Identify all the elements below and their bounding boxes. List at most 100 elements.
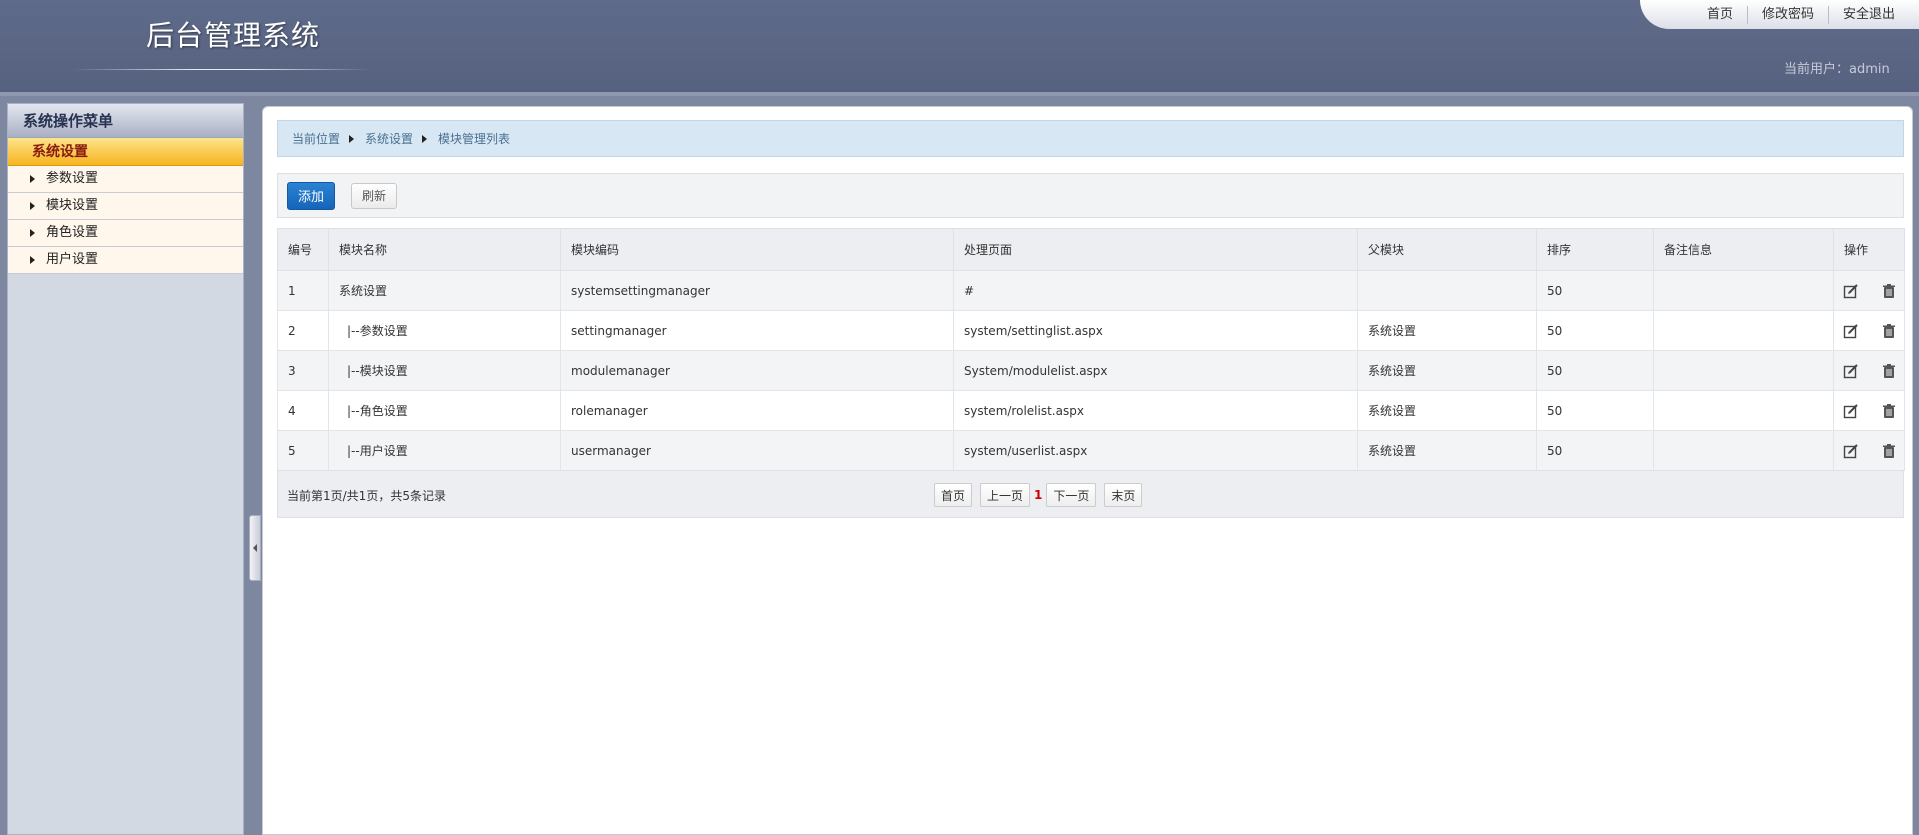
cell-order: 50 [1536, 390, 1654, 431]
edit-icon[interactable] [1843, 443, 1859, 459]
cell-code: settingmanager [560, 310, 954, 351]
cell-code: systemsettingmanager [560, 270, 954, 311]
column-header-id: 编号 [277, 228, 329, 271]
edit-icon[interactable] [1843, 283, 1859, 299]
header-divider [0, 92, 1919, 96]
column-header-order: 排序 [1536, 228, 1654, 271]
main-panel: 当前位置 系统设置 模块管理列表 添加 刷新 编号 模块名称 模块编码 处理页面… [262, 106, 1913, 835]
breadcrumb-module-list: 模块管理列表 [438, 132, 511, 146]
sidebar-collapse-handle[interactable] [249, 515, 261, 581]
cell-note [1653, 430, 1834, 471]
edit-icon[interactable] [1843, 363, 1859, 379]
cell-actions [1833, 270, 1905, 311]
app-header: 后台管理系统 首页 修改密码 安全退出 当前用户：admin [0, 0, 1919, 95]
module-table: 编号 模块名称 模块编码 处理页面 父模块 排序 备注信息 操作 1 系统设置 … [277, 228, 1905, 471]
pagination: 首页 上一页 1 下一页 末页 [934, 483, 1150, 507]
refresh-button[interactable]: 刷新 [351, 182, 397, 209]
column-header-actions: 操作 [1833, 228, 1905, 271]
column-header-parent: 父模块 [1357, 228, 1537, 271]
caret-right-icon [422, 134, 428, 143]
trash-icon[interactable] [1881, 283, 1897, 299]
cell-page: system/settinglist.aspx [953, 310, 1358, 351]
app-title: 后台管理系统 [146, 19, 321, 52]
chevron-left-icon [253, 544, 257, 552]
sidebar: 系统操作菜单 系统设置 参数设置 模块设置 角色设置 用户设置 [7, 103, 244, 835]
column-header-name: 模块名称 [328, 228, 561, 271]
cell-name: |--角色设置 [328, 390, 561, 431]
trash-icon[interactable] [1881, 363, 1897, 379]
cell-name: 系统设置 [328, 270, 561, 311]
cell-actions [1833, 350, 1905, 391]
table-row: 2 |--参数设置 settingmanager system/settingl… [277, 310, 1905, 351]
sidebar-item-parameter-settings[interactable]: 参数设置 [8, 166, 243, 193]
triangle-right-icon [30, 256, 35, 264]
cell-parent: 系统设置 [1357, 430, 1537, 471]
first-page-button[interactable]: 首页 [934, 483, 973, 507]
cell-note [1653, 270, 1834, 311]
cell-code: rolemanager [560, 390, 954, 431]
cell-id: 3 [277, 350, 329, 391]
sidebar-item-user-settings[interactable]: 用户设置 [8, 247, 243, 274]
sidebar-item-module-settings[interactable]: 模块设置 [8, 193, 243, 220]
title-underline [72, 69, 372, 70]
edit-icon[interactable] [1843, 323, 1859, 339]
sidebar-item-label: 模块设置 [46, 198, 99, 213]
cell-id: 4 [277, 390, 329, 431]
cell-page: # [953, 270, 1358, 311]
current-user-name: admin [1849, 62, 1890, 77]
trash-icon[interactable] [1881, 443, 1897, 459]
cell-parent: 系统设置 [1357, 390, 1537, 431]
breadcrumb: 当前位置 系统设置 模块管理列表 [277, 120, 1904, 157]
cell-note [1653, 310, 1834, 351]
trash-icon[interactable] [1881, 323, 1897, 339]
cell-actions [1833, 390, 1905, 431]
column-header-note: 备注信息 [1653, 228, 1834, 271]
cell-id: 1 [277, 270, 329, 311]
module-table-wrap: 编号 模块名称 模块编码 处理页面 父模块 排序 备注信息 操作 1 系统设置 … [277, 228, 1905, 471]
pager-bar: 当前第1页/共1页，共5条记录 首页 上一页 1 下一页 末页 [277, 470, 1904, 518]
cell-parent [1357, 270, 1537, 311]
sidebar-title: 系统操作菜单 [8, 104, 243, 138]
table-row: 4 |--角色设置 rolemanager system/rolelist.as… [277, 390, 1905, 431]
top-links: 首页 修改密码 安全退出 [1640, 0, 1919, 29]
cell-code: modulemanager [560, 350, 954, 391]
current-page-number: 1 [1034, 488, 1043, 502]
tree-name-label: |--角色设置 [347, 404, 408, 418]
cell-actions [1833, 310, 1905, 351]
change-password-link[interactable]: 修改密码 [1746, 5, 1828, 24]
tree-name-label: |--模块设置 [347, 364, 408, 378]
next-page-button[interactable]: 下一页 [1046, 483, 1097, 507]
prev-page-button[interactable]: 上一页 [980, 483, 1031, 507]
triangle-right-icon [30, 202, 35, 210]
cell-note [1653, 350, 1834, 391]
column-header-page: 处理页面 [953, 228, 1358, 271]
cell-id: 5 [277, 430, 329, 471]
sidebar-section-system-settings[interactable]: 系统设置 [8, 138, 243, 166]
cell-order: 50 [1536, 270, 1654, 311]
home-link[interactable]: 首页 [1693, 6, 1747, 24]
cell-actions [1833, 430, 1905, 471]
logout-link[interactable]: 安全退出 [1827, 5, 1909, 24]
triangle-right-icon [30, 229, 35, 237]
cell-id: 2 [277, 310, 329, 351]
sidebar-item-role-settings[interactable]: 角色设置 [8, 220, 243, 247]
cell-name: |--参数设置 [328, 310, 561, 351]
add-button[interactable]: 添加 [287, 181, 335, 210]
table-row: 3 |--模块设置 modulemanager System/modulelis… [277, 350, 1905, 391]
tree-name-label: |--用户设置 [347, 444, 408, 458]
cell-page: System/modulelist.aspx [953, 350, 1358, 391]
sidebar-item-label: 参数设置 [46, 171, 99, 186]
cell-order: 50 [1536, 310, 1654, 351]
sidebar-item-label: 用户设置 [46, 252, 99, 267]
cell-order: 50 [1536, 430, 1654, 471]
breadcrumb-system-settings[interactable]: 系统设置 [365, 130, 413, 147]
trash-icon[interactable] [1881, 403, 1897, 419]
caret-right-icon [349, 134, 355, 143]
cell-code: usermanager [560, 430, 954, 471]
triangle-right-icon [30, 175, 35, 183]
cell-name: |--用户设置 [328, 430, 561, 471]
toolbar: 添加 刷新 [277, 173, 1904, 218]
edit-icon[interactable] [1843, 403, 1859, 419]
table-row: 1 系统设置 systemsettingmanager # 50 [277, 270, 1905, 311]
last-page-button[interactable]: 末页 [1104, 483, 1143, 507]
